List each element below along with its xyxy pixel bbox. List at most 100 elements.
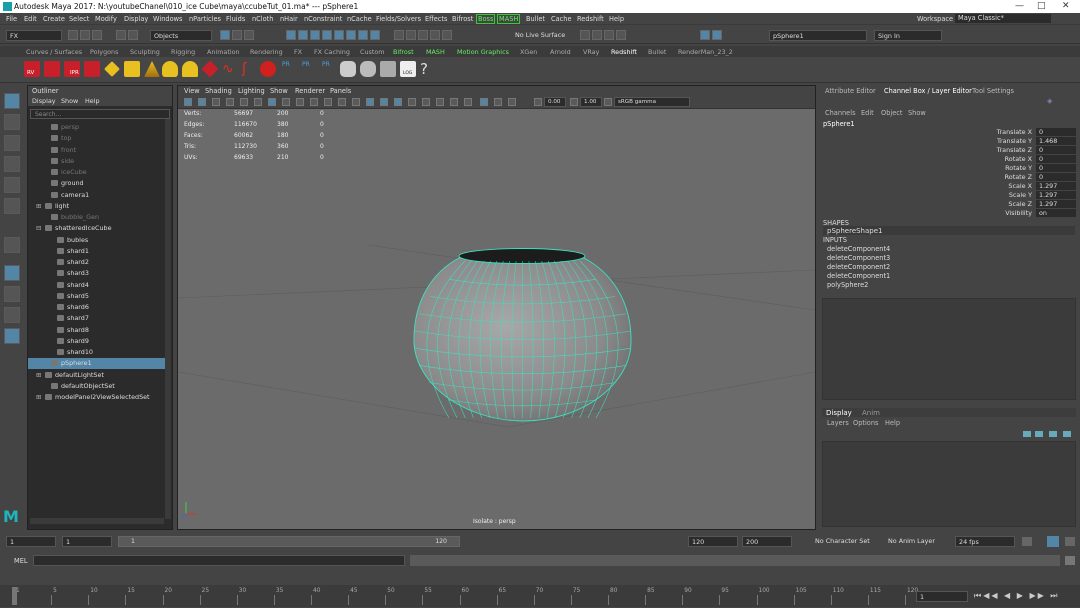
outliner-row[interactable]: top [28, 133, 166, 144]
outliner-row[interactable]: pSphere1 [28, 358, 166, 370]
field-chart-icon[interactable] [324, 98, 332, 106]
shelf-tab-xgen[interactable]: XGen [520, 48, 537, 56]
channel-row[interactable]: Translate Z 0 [826, 146, 1076, 155]
pr2-icon[interactable]: PR [302, 61, 318, 77]
menu-display[interactable]: Display [124, 15, 148, 23]
loop-icon[interactable] [1022, 537, 1032, 546]
expand-toggle-icon[interactable]: ⊞ [36, 393, 41, 401]
shelf-tab-redshift[interactable]: Redshift [611, 48, 637, 56]
shelf-tab-vray[interactable]: VRay [583, 48, 599, 56]
expand-toggle-icon[interactable]: ⊞ [36, 371, 41, 379]
shelf-tab-polygons[interactable]: Polygons [90, 48, 118, 56]
light-plane-icon[interactable] [104, 61, 120, 77]
color-management-icon[interactable] [604, 98, 612, 106]
channel-row[interactable]: Translate X 0 [826, 128, 1076, 137]
pr3-icon[interactable]: PR [322, 61, 338, 77]
channel-row[interactable]: Visibility on [826, 209, 1076, 218]
shelf-tab-sculpting[interactable]: Sculpting [130, 48, 160, 56]
range-slider[interactable]: 1 120 [118, 536, 460, 547]
playback-end-field[interactable]: 120 [688, 536, 738, 547]
time-slider[interactable]: 1 5 10 15 20 25 30 35 40 45 50 55 60 65 70 75 80 85 90 95 10… [0, 585, 1080, 607]
outliner-row[interactable]: persp [28, 122, 166, 133]
start-time-field[interactable]: 1 [6, 536, 56, 547]
menu-cache[interactable]: Cache [551, 15, 572, 23]
redshift-ipr-stop-icon[interactable] [84, 61, 100, 77]
four-view-layout-icon[interactable] [4, 286, 20, 302]
hierarchy-mode-icon[interactable] [220, 30, 230, 40]
outliner-row[interactable]: bubles [28, 235, 166, 246]
outliner-menu-display[interactable]: Display [32, 97, 56, 105]
snap-grid-icon[interactable] [394, 30, 404, 40]
viewport-menu-show[interactable]: Show [270, 87, 288, 95]
select-by-deform-icon[interactable] [334, 30, 344, 40]
outliner-row[interactable]: shard10 [28, 347, 166, 358]
film-gate-icon[interactable] [282, 98, 290, 106]
menu-help[interactable]: Help [609, 15, 624, 23]
object-mode-icon[interactable] [232, 30, 242, 40]
menu-file[interactable]: File [6, 15, 17, 23]
live-surface-field[interactable]: No Live Surface [512, 30, 572, 41]
gamma-icon[interactable] [570, 98, 578, 106]
camera-attributes-icon[interactable] [198, 98, 206, 106]
view-transform-dropdown[interactable]: sRGB gamma [614, 97, 690, 107]
proxy-icon[interactable] [201, 60, 219, 78]
shelf-tab-rigging[interactable]: Rigging [171, 48, 195, 56]
shelf-tab-bifrost[interactable]: Bifrost [393, 48, 414, 56]
outliner-row[interactable]: ⊞ modelPanel2ViewSelectedSet [28, 392, 166, 403]
channel-value-field[interactable]: on [1036, 209, 1076, 217]
end-time-field[interactable]: 200 [742, 536, 792, 547]
ipr-render-icon[interactable] [604, 30, 614, 40]
shelf-tab-bullet[interactable]: Bullet [648, 48, 666, 56]
psphere-mesh[interactable] [413, 248, 632, 422]
bowl-icon[interactable] [340, 61, 356, 77]
input-node-item[interactable]: deleteComponent2 [827, 263, 890, 271]
move-layer-down-icon[interactable] [1035, 431, 1043, 437]
outliner-row[interactable]: bubble_Gen [28, 212, 166, 223]
menu-windows[interactable]: Windows [153, 15, 182, 23]
menu-select[interactable]: Select [69, 15, 89, 23]
outliner-row[interactable]: ⊟ shatteredIceCube [28, 223, 166, 234]
menu-fields-solvers[interactable]: Fields/Solvers [376, 15, 421, 23]
exposure-field[interactable]: 0.00 [544, 97, 566, 107]
layer-tab-display[interactable]: Display [826, 409, 852, 417]
select-by-misc-icon[interactable] [370, 30, 380, 40]
tab-channel-box[interactable]: Channel Box / Layer Editor [884, 87, 972, 95]
log-icon[interactable]: LOG [400, 61, 416, 77]
menu-bifrost[interactable]: Bifrost [452, 15, 473, 23]
use-all-lights-icon[interactable] [422, 98, 430, 106]
sign-in-button[interactable]: Sign In [874, 30, 942, 41]
layer-help-menu[interactable]: Help [885, 419, 900, 427]
menu-fluids[interactable]: Fluids [226, 15, 245, 23]
shelf-tab-rendering[interactable]: Rendering [250, 48, 283, 56]
shadows-icon[interactable] [436, 98, 444, 106]
close-button[interactable]: ✕ [1062, 1, 1070, 11]
outliner-row[interactable]: shard1 [28, 246, 166, 257]
hat-icon[interactable] [360, 61, 376, 77]
snap-view-icon[interactable] [430, 30, 440, 40]
toggle-modeling-toolkit-icon[interactable] [700, 30, 710, 40]
viewport-menu-shading[interactable]: Shading [205, 87, 232, 95]
outliner-row[interactable]: shard6 [28, 302, 166, 313]
channel-row[interactable]: Scale Z 1.297 [826, 200, 1076, 209]
expand-toggle-icon[interactable]: ⊞ [36, 202, 41, 210]
menu-ncache[interactable]: nCache [347, 15, 372, 23]
snap-together-icon[interactable] [4, 237, 20, 253]
shelf-tab-motion-graphics[interactable]: Motion Graphics [457, 48, 509, 56]
quick-select-field[interactable]: pSphere1 [769, 30, 867, 41]
outliner-row[interactable]: shard5 [28, 291, 166, 302]
select-by-curve-icon[interactable] [310, 30, 320, 40]
selection-mode-dropdown[interactable]: Objects [150, 30, 212, 41]
channels-menu[interactable]: Channels [825, 109, 856, 117]
preferences-icon[interactable] [1065, 537, 1075, 546]
input-node-item[interactable]: deleteComponent3 [827, 254, 890, 262]
command-input[interactable] [33, 555, 405, 566]
outliner-row[interactable]: shard3 [28, 268, 166, 279]
outliner-row[interactable]: side [28, 156, 166, 167]
channel-row[interactable]: Scale X 1.297 [826, 182, 1076, 191]
viewport-panel[interactable]: View Shading Lighting Show Renderer Pane… [177, 85, 816, 530]
shelf-tab-fx[interactable]: FX [294, 48, 302, 56]
channel-value-field[interactable]: 0 [1036, 146, 1076, 154]
menu-redshift[interactable]: Redshift [577, 15, 604, 23]
select-camera-icon[interactable] [184, 98, 192, 106]
outliner-menu-show[interactable]: Show [61, 97, 78, 105]
